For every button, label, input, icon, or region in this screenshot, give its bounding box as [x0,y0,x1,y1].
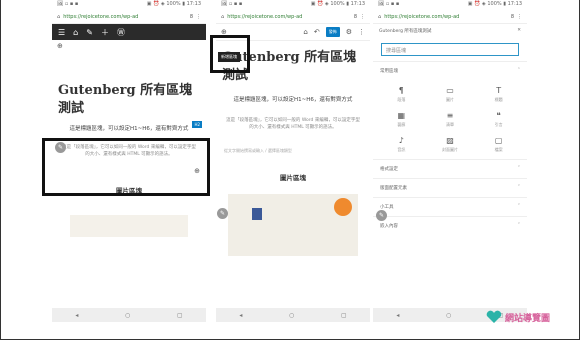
menu-icon[interactable]: ⋮ [196,14,201,20]
watermark: 網站導覽圖 [486,310,550,324]
block-placeholder[interactable]: 從文字開始撰寫或輸入 / 選擇區塊類型 [216,138,370,164]
heart-logo-icon [486,310,502,323]
address-bar[interactable]: ⌂ https://rejoicetone.com/wp-ad 8 ⋮ [52,10,206,24]
block-badge: H2 [192,121,202,129]
url-text[interactable]: https://rejoicetone.com/wp-ad [63,14,187,20]
chevron-down-icon: ˅ [517,166,520,171]
preview-icon[interactable]: ⌂ [303,28,307,36]
block-gallery[interactable]: ▦ 藝廊 [377,111,426,128]
nav-bar: ◂ ○ ▢ [52,308,206,322]
block-cover[interactable]: ▨ 封面圖片 [426,136,475,153]
hamburger-icon[interactable]: ☰ [58,28,65,37]
tab-count[interactable]: 8 [511,14,514,20]
home-icon[interactable]: ⌂ [221,14,224,20]
block-search-input[interactable]: 搜尋區塊 [381,43,519,56]
block-heading[interactable]: T 標題 [474,86,523,103]
home-button-icon[interactable]: ○ [125,312,130,319]
category-item[interactable]: 版面配置元素 ˅ [373,178,527,197]
wordpress-icon[interactable]: Ⓦ [117,27,125,38]
status-bar: 🖼 ▫ ▪ ▪ ▣ ⏰ ◈ 100% ▮ 17:13 [378,1,522,7]
status-bar: 🖼 ▫ ▪ ▪ ▣ ⏰ ◈ 100% ▮ 17:13 [57,1,201,7]
chevron-down-icon: ˅ [517,185,520,190]
comment-icon[interactable]: ✎ [86,28,93,37]
chevron-up-icon: ˄ [517,68,520,73]
add-icon[interactable]: ＋ [101,27,109,38]
tab-count[interactable]: 8 [190,14,193,20]
settings-icon[interactable]: ⚙ [346,28,352,36]
address-bar[interactable]: ⌂ https://rejoicetone.com/wp-ad 8 ⋮ [216,10,370,24]
url-text[interactable]: https://rejoicetone.com/wp-ad [227,14,351,20]
editor-toolbar: ⊕ [52,40,206,56]
social-card [252,207,262,220]
wp-admin-bar: ☰ ⌂ ✎ ＋ Ⓦ [52,24,206,40]
orange-fruit [334,197,352,216]
publish-button[interactable]: 發佈 [325,27,340,37]
paragraph-block[interactable]: 這是「段落區塊」，它可以如同一般的 Word 來編輯，可以設定字型的大小、還有樣… [216,112,370,138]
block-grid: ¶ 段落 ▭ 圖片 T 標題 ▦ 藝廊 ≡ 清單 ❝ 引言 ♪ 音訊 ▨ 封面圖片 ▢ 檔案 [373,80,527,159]
home-icon[interactable]: ⌂ [73,28,78,37]
url-text[interactable]: https://rejoicetone.com/wp-ad [384,14,508,20]
home-icon[interactable]: ⌂ [378,14,381,20]
heading-block[interactable]: 這是標題區塊，可以設定H1~H6，還有對齊方式 H2 [52,121,206,137]
address-bar[interactable]: ⌂ https://rejoicetone.com/wp-ad 8 ⋮ [373,10,527,24]
tab-count[interactable]: 8 [354,14,357,20]
image-preview [228,193,358,256]
heading-block[interactable]: 這是標題區塊，可以設定H1~H6，還有對齊方式 [216,88,370,112]
block-paragraph[interactable]: ¶ 段落 [377,86,426,103]
add-block-icon[interactable]: ⊕ [57,42,63,50]
edit-pencil-icon[interactable]: ✎ [217,208,228,219]
menu-icon[interactable]: ⋮ [517,14,522,20]
back-icon[interactable]: ◂ [75,312,78,319]
back-icon[interactable]: ◂ [239,312,242,319]
block-audio[interactable]: ♪ 音訊 [377,136,426,153]
category-item[interactable]: 嵌入內容 ˅ [373,216,527,235]
recent-apps-icon[interactable]: ▢ [341,312,347,319]
block-image[interactable]: ▭ 圖片 [426,86,475,103]
nav-bar: ◂ ○ ▢ [216,308,370,322]
chevron-down-icon: ˅ [517,204,520,209]
image-block-heading[interactable]: 圖片區塊 [216,164,370,190]
undo-icon[interactable]: ↶ [314,28,320,36]
edit-pencil-icon[interactable]: ✎ [376,210,387,221]
block-list[interactable]: ≡ 清單 [426,111,475,128]
more-icon[interactable]: ⋮ [358,28,365,36]
post-title[interactable]: Gutenberg 所有區塊測試 [52,56,206,121]
callout-box-add-block [210,35,250,73]
menu-icon[interactable]: ⋮ [360,14,365,20]
chevron-down-icon: ˅ [517,223,520,228]
inserter-header: Gutenberg 所有區塊測試 ✕ [379,28,521,34]
block-quote[interactable]: ❝ 引言 [474,111,523,128]
back-icon[interactable]: ◂ [396,312,399,319]
category-item[interactable]: 格式設定 ˅ [373,159,527,178]
close-icon[interactable]: ✕ [517,28,521,34]
home-icon[interactable]: ⌂ [57,14,60,20]
home-button-icon[interactable]: ○ [446,312,451,319]
callout-box-heading [42,138,210,196]
phone-screenshot-3: 🖼 ▫ ▪ ▪ ▣ ⏰ ◈ 100% ▮ 17:13 ⌂ https://rej… [373,0,527,322]
image-preview [70,214,188,237]
home-button-icon[interactable]: ○ [289,312,294,319]
category-item[interactable]: 小工具 ˅ [373,197,527,216]
category-common[interactable]: 常用區塊 ˄ [373,61,527,80]
block-file[interactable]: ▢ 檔案 [474,136,523,153]
status-bar: 🖼 ▫ ▪ ▪ ▣ ⏰ ◈ 100% ▮ 17:13 [221,1,365,7]
recent-apps-icon[interactable]: ▢ [177,312,183,319]
